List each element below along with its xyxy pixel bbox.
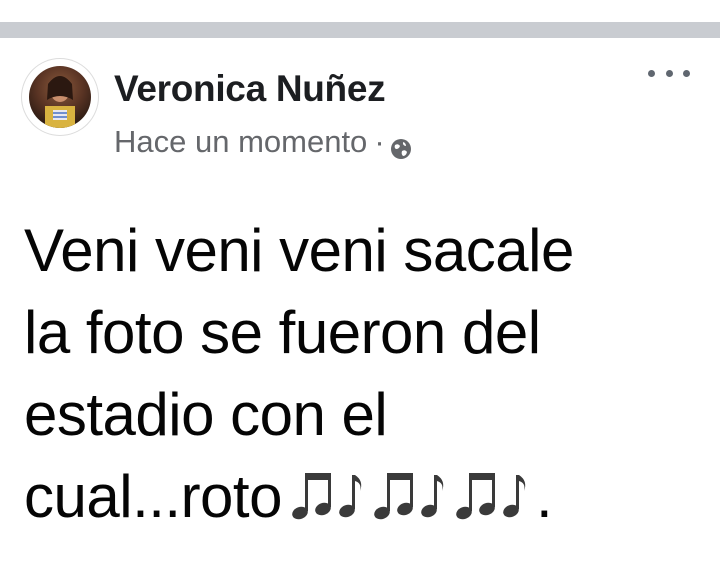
author-name[interactable]: Veronica Nuñez	[114, 68, 386, 110]
meta-separator: ·	[374, 124, 385, 159]
avatar[interactable]	[22, 59, 98, 135]
message-line-text: cual...roto	[24, 463, 282, 530]
message-line: la foto se fueron del	[24, 299, 541, 366]
post-message: Veni veni veni sacale la foto se fueron …	[24, 210, 704, 546]
more-dot	[665, 69, 673, 77]
post-meta: Hace un momento ·	[114, 124, 412, 160]
musical-notes-icon	[374, 473, 444, 520]
more-dot	[648, 69, 655, 77]
avatar-photo	[29, 66, 91, 128]
message-line: Veni veni veni sacale	[24, 217, 574, 284]
globe-icon[interactable]	[390, 132, 412, 159]
message-line: estadio con el	[24, 381, 388, 448]
post-timestamp[interactable]: Hace un momento	[114, 124, 367, 160]
musical-notes-icon-group	[290, 464, 536, 546]
more-dot	[683, 69, 690, 77]
post-card: Veronica Nuñez Hace un momento · Veni ve…	[0, 38, 720, 583]
musical-notes-icon	[292, 473, 362, 520]
more-options-icon[interactable]	[648, 64, 690, 82]
message-line-last: cual...roto .	[24, 456, 704, 546]
musical-notes-icon	[456, 473, 526, 520]
message-trailing-period: .	[535, 463, 553, 530]
feed-divider	[0, 22, 720, 38]
